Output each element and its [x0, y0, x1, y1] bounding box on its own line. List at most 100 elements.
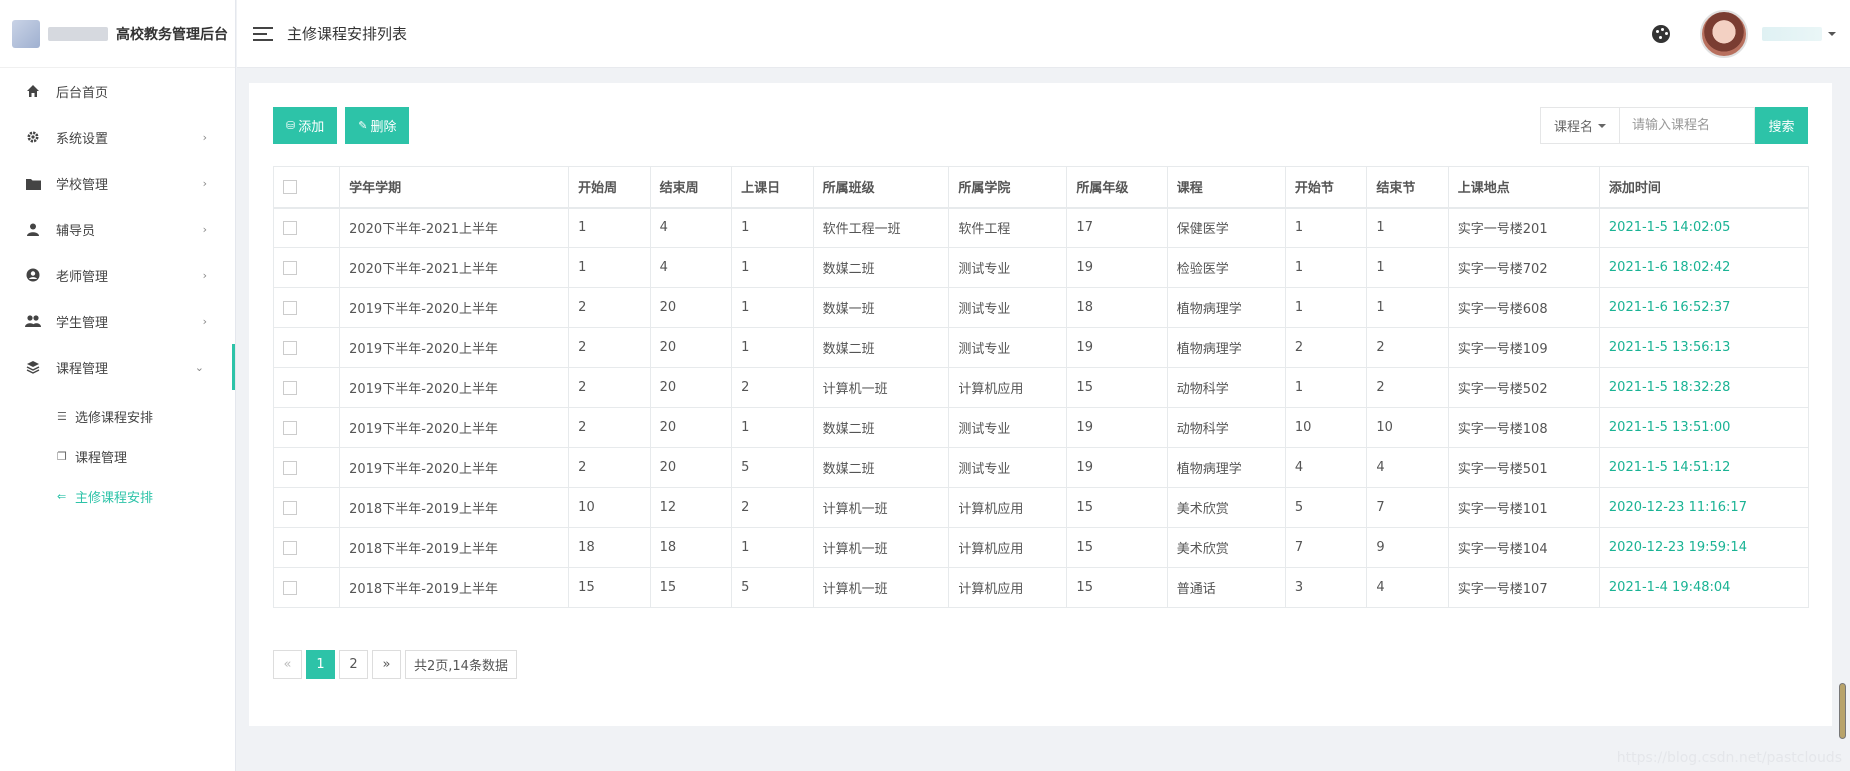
- table-cell: 动物科学: [1166, 367, 1286, 408]
- column-header[interactable]: 开始节: [1284, 166, 1368, 209]
- column-header[interactable]: 添加时间: [1598, 166, 1810, 209]
- table-cell: 数媒二班: [812, 447, 950, 488]
- table-cell: 15: [568, 567, 651, 608]
- pagination-prev[interactable]: «: [273, 650, 302, 679]
- table-cell: 实字一号楼108: [1447, 407, 1600, 448]
- column-header[interactable]: 所属学院: [948, 166, 1068, 209]
- select-all-cell: [272, 166, 341, 209]
- table-cell: 测试专业: [948, 327, 1068, 368]
- row-select-cell: [272, 367, 341, 408]
- pagination-page-2[interactable]: 2: [339, 650, 368, 679]
- row-checkbox[interactable]: [283, 420, 297, 435]
- row-checkbox[interactable]: [283, 460, 297, 475]
- pagination-page-1[interactable]: 1: [306, 650, 335, 679]
- table-cell: 2: [731, 487, 814, 528]
- table-row[interactable]: 2019下半年-2020上半年 2 20 2 计算机一班 计算机应用 15 动物科学 1 2 实字一…: [272, 367, 1810, 408]
- row-checkbox[interactable]: [283, 540, 297, 555]
- row-checkbox[interactable]: [283, 380, 297, 395]
- pagination-next[interactable]: »: [372, 650, 401, 679]
- table-cell: 美术欣赏: [1166, 527, 1286, 568]
- pagination: « 1 2 » 共2页,14条数据: [273, 650, 517, 679]
- table-cell: 2021-1-5 18:32:28: [1598, 367, 1810, 408]
- table-cell: 19: [1066, 327, 1168, 368]
- row-checkbox[interactable]: [283, 260, 297, 275]
- table-row[interactable]: 2018下半年-2019上半年 18 18 1 计算机一班 计算机应用 15 美术欣赏 7 9 实字…: [272, 527, 1810, 568]
- table-row[interactable]: 2019下半年-2020上半年 2 20 1 数媒一班 测试专业 18 植物病理学 1 1 实字一号…: [272, 287, 1810, 328]
- palette-icon[interactable]: [1652, 25, 1670, 43]
- table-row[interactable]: 2019下半年-2020上半年 2 20 5 数媒二班 测试专业 19 植物病理学 4 4 实字一号…: [272, 447, 1810, 488]
- content-card: ⛁ 添加 ✎ 删除 课程名 搜索 学年学期 开始周: [249, 83, 1832, 726]
- delete-button[interactable]: ✎ 删除: [345, 107, 410, 144]
- table-row[interactable]: 2019下半年-2020上半年 2 20 1 数媒二班 测试专业 19 动物科学 10 10 实字一…: [272, 407, 1810, 448]
- column-header[interactable]: 结束周: [649, 166, 733, 209]
- table-cell: 18: [649, 527, 733, 568]
- sidebar-subitem-label: 课程管理: [75, 450, 128, 466]
- column-header[interactable]: 学年学期: [339, 166, 570, 209]
- table-cell: 1: [731, 287, 814, 328]
- sidebar-item-teachers[interactable]: 老师管理 ›: [0, 252, 235, 298]
- table-row[interactable]: 2019下半年-2020上半年 2 20 1 数媒二班 测试专业 19 植物病理学 2 2 实字一号…: [272, 327, 1810, 368]
- sidebar-item-school[interactable]: 学校管理 ›: [0, 160, 235, 206]
- sidebar-subitem-elective-schedule[interactable]: ☰ 选修课程安排: [0, 396, 235, 436]
- select-all-checkbox[interactable]: [283, 179, 297, 194]
- table-cell: 数媒一班: [812, 287, 950, 328]
- table-cell: 2018下半年-2019上半年: [339, 527, 570, 568]
- avatar[interactable]: [1700, 10, 1748, 58]
- scrollbar-thumb[interactable]: [1839, 683, 1846, 739]
- table-cell: 植物病理学: [1166, 327, 1286, 368]
- row-checkbox[interactable]: [283, 340, 297, 355]
- search-button[interactable]: 搜索: [1755, 107, 1808, 144]
- column-header[interactable]: 上课日: [731, 166, 814, 209]
- table-cell: 实字一号楼201: [1447, 207, 1600, 248]
- table-cell: 2021-1-5 13:51:00: [1598, 407, 1810, 448]
- column-header[interactable]: 所属年级: [1066, 166, 1168, 209]
- add-button[interactable]: ⛁ 添加: [273, 107, 338, 144]
- table-row[interactable]: 2018下半年-2019上半年 15 15 5 计算机一班 计算机应用 15 普通话 3 4 实字一…: [272, 567, 1810, 608]
- row-checkbox[interactable]: [283, 580, 297, 595]
- table-cell: 2: [1284, 327, 1368, 368]
- search-input[interactable]: [1620, 107, 1755, 144]
- sidebar-item-home[interactable]: 后台首页: [0, 68, 235, 114]
- table-cell: 9: [1366, 527, 1449, 568]
- table-row[interactable]: 2020下半年-2021上半年 1 4 1 软件工程一班 软件工程 17 保健医学 1 1 实字一号…: [272, 207, 1810, 248]
- table-cell: 1: [1366, 287, 1449, 328]
- table-row[interactable]: 2020下半年-2021上半年 1 4 1 数媒二班 测试专业 19 检验医学 1 1 实字一号楼7…: [272, 247, 1810, 288]
- row-checkbox[interactable]: [283, 300, 297, 315]
- row-select-cell: [272, 287, 341, 328]
- sidebar-item-system-settings[interactable]: 系统设置 ›: [0, 114, 235, 160]
- row-checkbox[interactable]: [283, 220, 297, 235]
- add-button-label: 添加: [298, 120, 325, 135]
- table-cell: 10: [568, 487, 651, 528]
- search-field-select[interactable]: 课程名: [1540, 107, 1620, 144]
- sidebar-subitem-course-management[interactable]: ❐ 课程管理: [0, 436, 235, 476]
- column-header[interactable]: 上课地点: [1447, 166, 1600, 209]
- username-blurred[interactable]: [1762, 27, 1822, 41]
- sidebar-item-students[interactable]: 学生管理 ›: [0, 298, 235, 344]
- row-select-cell: [272, 527, 341, 568]
- row-checkbox[interactable]: [283, 500, 297, 515]
- menu-toggle-icon[interactable]: [253, 26, 273, 41]
- sidebar-item-counselor[interactable]: 辅导员 ›: [0, 206, 235, 252]
- table-cell: 18: [1066, 287, 1168, 328]
- toolbar: ⛁ 添加 ✎ 删除: [273, 107, 410, 144]
- sidebar-item-label: 辅导员: [56, 223, 96, 239]
- header-right: [1652, 0, 1836, 68]
- table-cell: 19: [1066, 447, 1168, 488]
- sidebar-item-courses[interactable]: 课程管理 ⌄: [0, 344, 235, 390]
- table-cell: 软件工程一班: [812, 207, 950, 248]
- column-header[interactable]: 课程: [1166, 166, 1286, 209]
- table-row[interactable]: 2018下半年-2019上半年 10 12 2 计算机一班 计算机应用 15 美术欣赏 5 7 实字…: [272, 487, 1810, 528]
- sidebar-subitem-major-schedule[interactable]: ⇐ 主修课程安排: [0, 476, 235, 516]
- chevron-right-icon: ›: [202, 176, 207, 190]
- table-cell: 计算机应用: [948, 567, 1068, 608]
- table-cell: 1: [568, 207, 651, 248]
- column-header[interactable]: 开始周: [568, 166, 651, 209]
- table-cell: 检验医学: [1166, 247, 1286, 288]
- user-circle-icon: [24, 268, 42, 282]
- column-header[interactable]: 所属班级: [812, 166, 950, 209]
- column-header[interactable]: 结束节: [1366, 166, 1449, 209]
- table-cell: 2018下半年-2019上半年: [339, 487, 570, 528]
- home-icon: [24, 84, 42, 98]
- table-cell: 2020下半年-2021上半年: [339, 247, 570, 288]
- caret-down-icon[interactable]: [1828, 32, 1836, 36]
